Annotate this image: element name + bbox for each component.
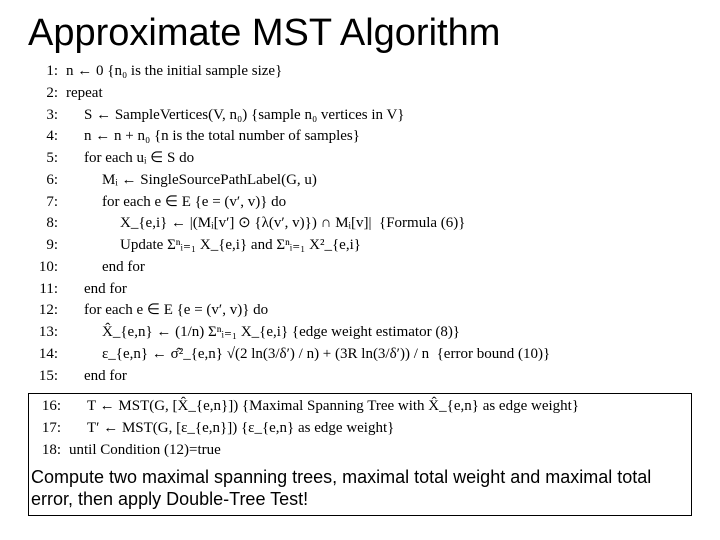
line-number: 5:: [28, 148, 66, 170]
algo-line: 8:X_{e,i} ← |(Mᵢ[v′] ⊙ {λ(v′, v)}) ∩ Mᵢ[…: [28, 213, 692, 235]
algo-line: 12:for each e ∈ E {e = (v′, v)} do: [28, 300, 692, 322]
line-number: 16:: [31, 396, 69, 418]
line-code: n ← n + n₀ {n is the total number of sam…: [66, 126, 360, 148]
line-number: 1:: [28, 61, 66, 83]
line-code: end for: [66, 257, 145, 279]
line-code: n ← 0 {n₀ is the initial sample size}: [66, 61, 282, 83]
algo-line: 6:Mᵢ ← SingleSourcePathLabel(G, u): [28, 170, 692, 192]
line-number: 8:: [28, 213, 66, 235]
line-code: T ← MST(G, [X̂_{e,n}]) {Maximal Spanning…: [69, 396, 579, 418]
algo-line: 14:ε_{e,n} ← σ̂²_{e,n} √(2 ln(3/δ′) / n)…: [28, 344, 692, 366]
highlight-box: 16:T ← MST(G, [X̂_{e,n}]) {Maximal Spann…: [28, 393, 692, 515]
line-code: for each e ∈ E {e = (v′, v)} do: [66, 192, 286, 214]
algo-line: 1:n ← 0 {n₀ is the initial sample size}: [28, 61, 692, 83]
line-number: 18:: [31, 440, 69, 462]
algo-line: 4:n ← n + n₀ {n is the total number of s…: [28, 126, 692, 148]
line-number: 12:: [28, 300, 66, 322]
algo-line: 7:for each e ∈ E {e = (v′, v)} do: [28, 192, 692, 214]
line-code: Mᵢ ← SingleSourcePathLabel(G, u): [66, 170, 317, 192]
annotation-note: Compute two maximal spanning trees, maxi…: [31, 466, 685, 511]
line-number: 15:: [28, 366, 66, 388]
algo-line: 18:until Condition (12)=true: [31, 440, 685, 462]
line-code: end for: [66, 366, 127, 388]
page-title: Approximate MST Algorithm: [28, 12, 692, 55]
algo-line: 2:repeat: [28, 83, 692, 105]
line-code: Update Σⁿᵢ₌₁ X_{e,i} and Σⁿᵢ₌₁ X²_{e,i}: [66, 235, 361, 257]
line-number: 11:: [28, 279, 66, 301]
line-code: until Condition (12)=true: [69, 440, 221, 462]
algo-line: 9:Update Σⁿᵢ₌₁ X_{e,i} and Σⁿᵢ₌₁ X²_{e,i…: [28, 235, 692, 257]
line-code: end for: [66, 279, 127, 301]
line-code: X_{e,i} ← |(Mᵢ[v′] ⊙ {λ(v′, v)}) ∩ Mᵢ[v]…: [66, 213, 465, 235]
line-number: 2:: [28, 83, 66, 105]
line-code: S ← SampleVertices(V, n₀) {sample n₀ ver…: [66, 105, 405, 127]
algo-line: 5:for each uᵢ ∈ S do: [28, 148, 692, 170]
algo-line: 17:T′ ← MST(G, [ε_{e,n}]) {ε_{e,n} as ed…: [31, 418, 685, 440]
line-number: 4:: [28, 126, 66, 148]
line-number: 3:: [28, 105, 66, 127]
algo-line: 15:end for: [28, 366, 692, 388]
line-number: 7:: [28, 192, 66, 214]
algo-line: 3:S ← SampleVertices(V, n₀) {sample n₀ v…: [28, 105, 692, 127]
line-number: 6:: [28, 170, 66, 192]
algorithm-boxed-lines: 16:T ← MST(G, [X̂_{e,n}]) {Maximal Spann…: [31, 396, 685, 461]
line-code: X̂_{e,n} ← (1/n) Σⁿᵢ₌₁ X_{e,i} {edge wei…: [66, 322, 460, 344]
line-code: for each e ∈ E {e = (v′, v)} do: [66, 300, 268, 322]
algorithm-listing: 1:n ← 0 {n₀ is the initial sample size}2…: [28, 61, 692, 387]
line-code: for each uᵢ ∈ S do: [66, 148, 194, 170]
algo-line: 10:end for: [28, 257, 692, 279]
line-number: 17:: [31, 418, 69, 440]
line-number: 10:: [28, 257, 66, 279]
algo-line: 16:T ← MST(G, [X̂_{e,n}]) {Maximal Spann…: [31, 396, 685, 418]
slide: Approximate MST Algorithm 1:n ← 0 {n₀ is…: [0, 0, 720, 516]
line-number: 14:: [28, 344, 66, 366]
line-number: 9:: [28, 235, 66, 257]
line-code: ε_{e,n} ← σ̂²_{e,n} √(2 ln(3/δ′) / n) + …: [66, 344, 550, 366]
line-code: T′ ← MST(G, [ε_{e,n}]) {ε_{e,n} as edge …: [69, 418, 394, 440]
line-number: 13:: [28, 322, 66, 344]
algo-line: 13:X̂_{e,n} ← (1/n) Σⁿᵢ₌₁ X_{e,i} {edge …: [28, 322, 692, 344]
algo-line: 11:end for: [28, 279, 692, 301]
line-code: repeat: [66, 83, 103, 105]
